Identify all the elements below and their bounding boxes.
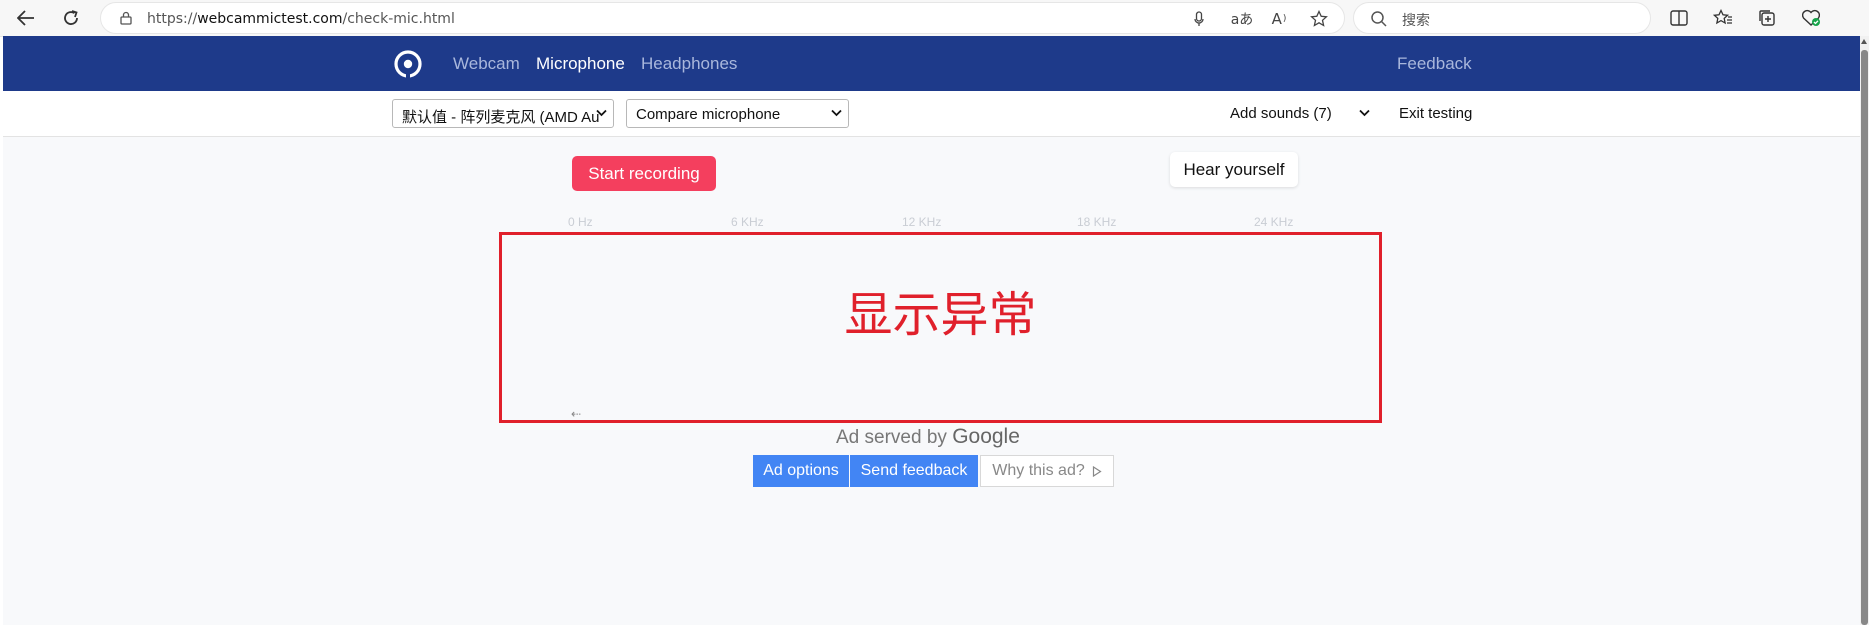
chevron-down-icon	[831, 109, 842, 117]
compare-microphone-select[interactable]: Compare microphone	[626, 99, 849, 128]
read-aloud-glyph: A	[1271, 10, 1282, 28]
address-bar[interactable]: https://webcammictest.com/check-mic.html…	[100, 2, 1345, 34]
nav-microphone[interactable]: Microphone	[536, 54, 625, 74]
why-this-ad-button[interactable]: Why this ad?	[980, 455, 1114, 487]
nav-webcam[interactable]: Webcam	[453, 54, 520, 74]
add-sounds-dropdown[interactable]: Add sounds (7)	[1230, 105, 1332, 122]
ad-served-by-label: Ad served by	[836, 427, 947, 448]
chevron-down-icon[interactable]	[1359, 109, 1370, 117]
site-header: Webcam Microphone Headphones Feedback	[3, 36, 1860, 91]
compare-select-value: Compare microphone	[636, 106, 781, 123]
browser-toolbar: https://webcammictest.com/check-mic.html…	[0, 0, 1869, 37]
exit-testing-link[interactable]: Exit testing	[1399, 105, 1472, 122]
device-select-value: 默认值 - 阵列麦克风 (AMD Au	[402, 109, 600, 126]
search-icon	[1371, 11, 1387, 27]
nav-headphones[interactable]: Headphones	[641, 54, 737, 74]
freq-label: 6 KHz	[731, 215, 764, 229]
read-aloud-waves-icon: )	[1282, 14, 1287, 24]
arrow-left-icon	[17, 10, 34, 26]
url-path: /check-mic.html	[342, 11, 455, 27]
google-logo: Google	[952, 425, 1020, 448]
favorite-star-icon[interactable]	[1308, 9, 1330, 29]
url-prefix: https://	[147, 11, 198, 27]
freq-label: 0 Hz	[568, 215, 593, 229]
annotation-box: 显示异常	[499, 232, 1382, 423]
lock-icon[interactable]	[119, 11, 133, 25]
read-aloud-icon[interactable]: A)	[1268, 9, 1290, 29]
page-scrollbar[interactable]	[1860, 36, 1869, 625]
translate-icon[interactable]: aあ	[1228, 9, 1256, 29]
collections-icon[interactable]	[1756, 7, 1778, 29]
search-placeholder: 搜索	[1402, 13, 1430, 29]
scroll-up-arrow-icon[interactable]	[1861, 39, 1867, 44]
split-screen-icon[interactable]	[1668, 7, 1690, 29]
send-feedback-button[interactable]: Send feedback	[850, 455, 978, 487]
annotation-text: 显示异常	[844, 287, 1037, 343]
site-logo-icon[interactable]	[393, 49, 423, 79]
ad-options-button[interactable]: Ad options	[753, 455, 849, 487]
microphone-icon[interactable]	[1188, 9, 1210, 29]
play-triangle-icon	[1092, 465, 1102, 477]
freq-label: 24 KHz	[1254, 215, 1294, 229]
mic-toolbar: 默认值 - 阵列麦克风 (AMD Au Compare microphone A…	[3, 91, 1860, 137]
browser-search-box[interactable]: 搜索	[1353, 2, 1651, 34]
why-this-ad-label: Why this ad?	[992, 462, 1085, 479]
hear-yourself-button[interactable]: Hear yourself	[1170, 152, 1298, 187]
url-host: webcammictest.com	[197, 11, 343, 27]
back-button[interactable]	[13, 5, 39, 31]
url-text[interactable]: https://webcammictest.com/check-mic.html	[147, 11, 455, 27]
refresh-button[interactable]	[58, 5, 84, 31]
chevron-down-icon	[596, 109, 607, 117]
ad-served-by: Ad served by Google	[836, 425, 1020, 449]
ad-back-arrow-icon[interactable]: ⇠	[571, 407, 581, 421]
freq-label: 12 KHz	[902, 215, 942, 229]
main-content: Start recording Hear yourself 0 Hz 6 KHz…	[3, 137, 1860, 625]
browser-essentials-icon[interactable]	[1800, 7, 1822, 29]
freq-label: 18 KHz	[1077, 215, 1117, 229]
scrollbar-thumb[interactable]	[1861, 50, 1868, 625]
refresh-icon	[64, 10, 78, 25]
favorites-icon[interactable]	[1712, 7, 1734, 29]
microphone-device-select[interactable]: 默认值 - 阵列麦克风 (AMD Au	[392, 99, 614, 128]
start-recording-button[interactable]: Start recording	[572, 156, 716, 191]
nav-feedback[interactable]: Feedback	[1397, 54, 1472, 74]
